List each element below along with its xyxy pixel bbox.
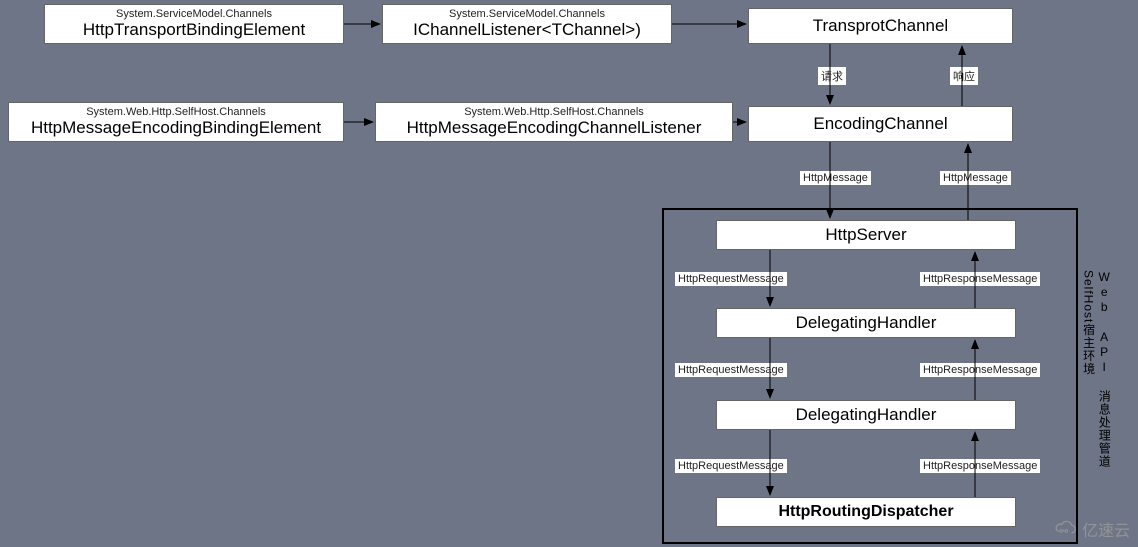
node-http-msg-encoding-binding: System.Web.Http.SelfHost.Channels HttpMe…: [8, 102, 344, 142]
label-request: 请求: [818, 67, 846, 85]
node-delegating-handler-2: DelegatingHandler: [716, 400, 1016, 430]
node-title: TransprotChannel: [813, 16, 948, 36]
namespace-label: System.ServiceModel.Channels: [449, 8, 605, 20]
node-delegating-handler-1: DelegatingHandler: [716, 308, 1016, 338]
label-http-req-2: HttpRequestMessage: [675, 363, 787, 377]
node-title: HttpTransportBindingElement: [83, 20, 305, 40]
node-transport-channel: TransprotChannel: [748, 8, 1013, 44]
namespace-label: System.ServiceModel.Channels: [116, 8, 272, 20]
namespace-label: System.Web.Http.SelfHost.Channels: [86, 106, 266, 118]
label-http-message-up: HttpMessage: [940, 171, 1011, 185]
node-title: HttpMessageEncodingChannelListener: [407, 118, 702, 138]
node-encoding-channel: EncodingChannel: [748, 106, 1013, 142]
node-title: HttpMessageEncodingBindingElement: [31, 118, 321, 138]
label-http-resp-2: HttpResponseMessage: [920, 363, 1040, 377]
node-title: DelegatingHandler: [796, 405, 937, 425]
label-http-req-1: HttpRequestMessage: [675, 272, 787, 286]
cloud-icon: [1052, 520, 1078, 538]
label-http-req-3: HttpRequestMessage: [675, 459, 787, 473]
node-http-transport-binding: System.ServiceModel.Channels HttpTranspo…: [44, 4, 344, 44]
pipeline-caption: Web API 消息处理管道 SelfHost宿主环境: [1080, 270, 1111, 547]
namespace-label: System.Web.Http.SelfHost.Channels: [464, 106, 644, 118]
node-title: DelegatingHandler: [796, 313, 937, 333]
label-response: 响应: [950, 67, 978, 85]
label-http-resp-1: HttpResponseMessage: [920, 272, 1040, 286]
node-title: HttpRoutingDispatcher: [778, 502, 953, 521]
label-http-resp-3: HttpResponseMessage: [920, 459, 1040, 473]
watermark: 亿速云: [1052, 517, 1130, 541]
watermark-text: 亿速云: [1082, 517, 1130, 541]
node-title: IChannelListener<TChannel>): [413, 20, 641, 40]
node-ichannel-listener: System.ServiceModel.Channels IChannelLis…: [382, 4, 672, 44]
node-title: HttpServer: [825, 225, 906, 245]
node-http-msg-encoding-listener: System.Web.Http.SelfHost.Channels HttpMe…: [375, 102, 733, 142]
label-http-message-down: HttpMessage: [800, 171, 871, 185]
caption-line-2: SelfHost宿主环境: [1080, 270, 1096, 375]
node-title: EncodingChannel: [813, 114, 947, 134]
caption-line-1: Web API 消息处理管道: [1096, 270, 1112, 468]
node-http-routing-dispatcher: HttpRoutingDispatcher: [716, 497, 1016, 527]
node-http-server: HttpServer: [716, 220, 1016, 250]
